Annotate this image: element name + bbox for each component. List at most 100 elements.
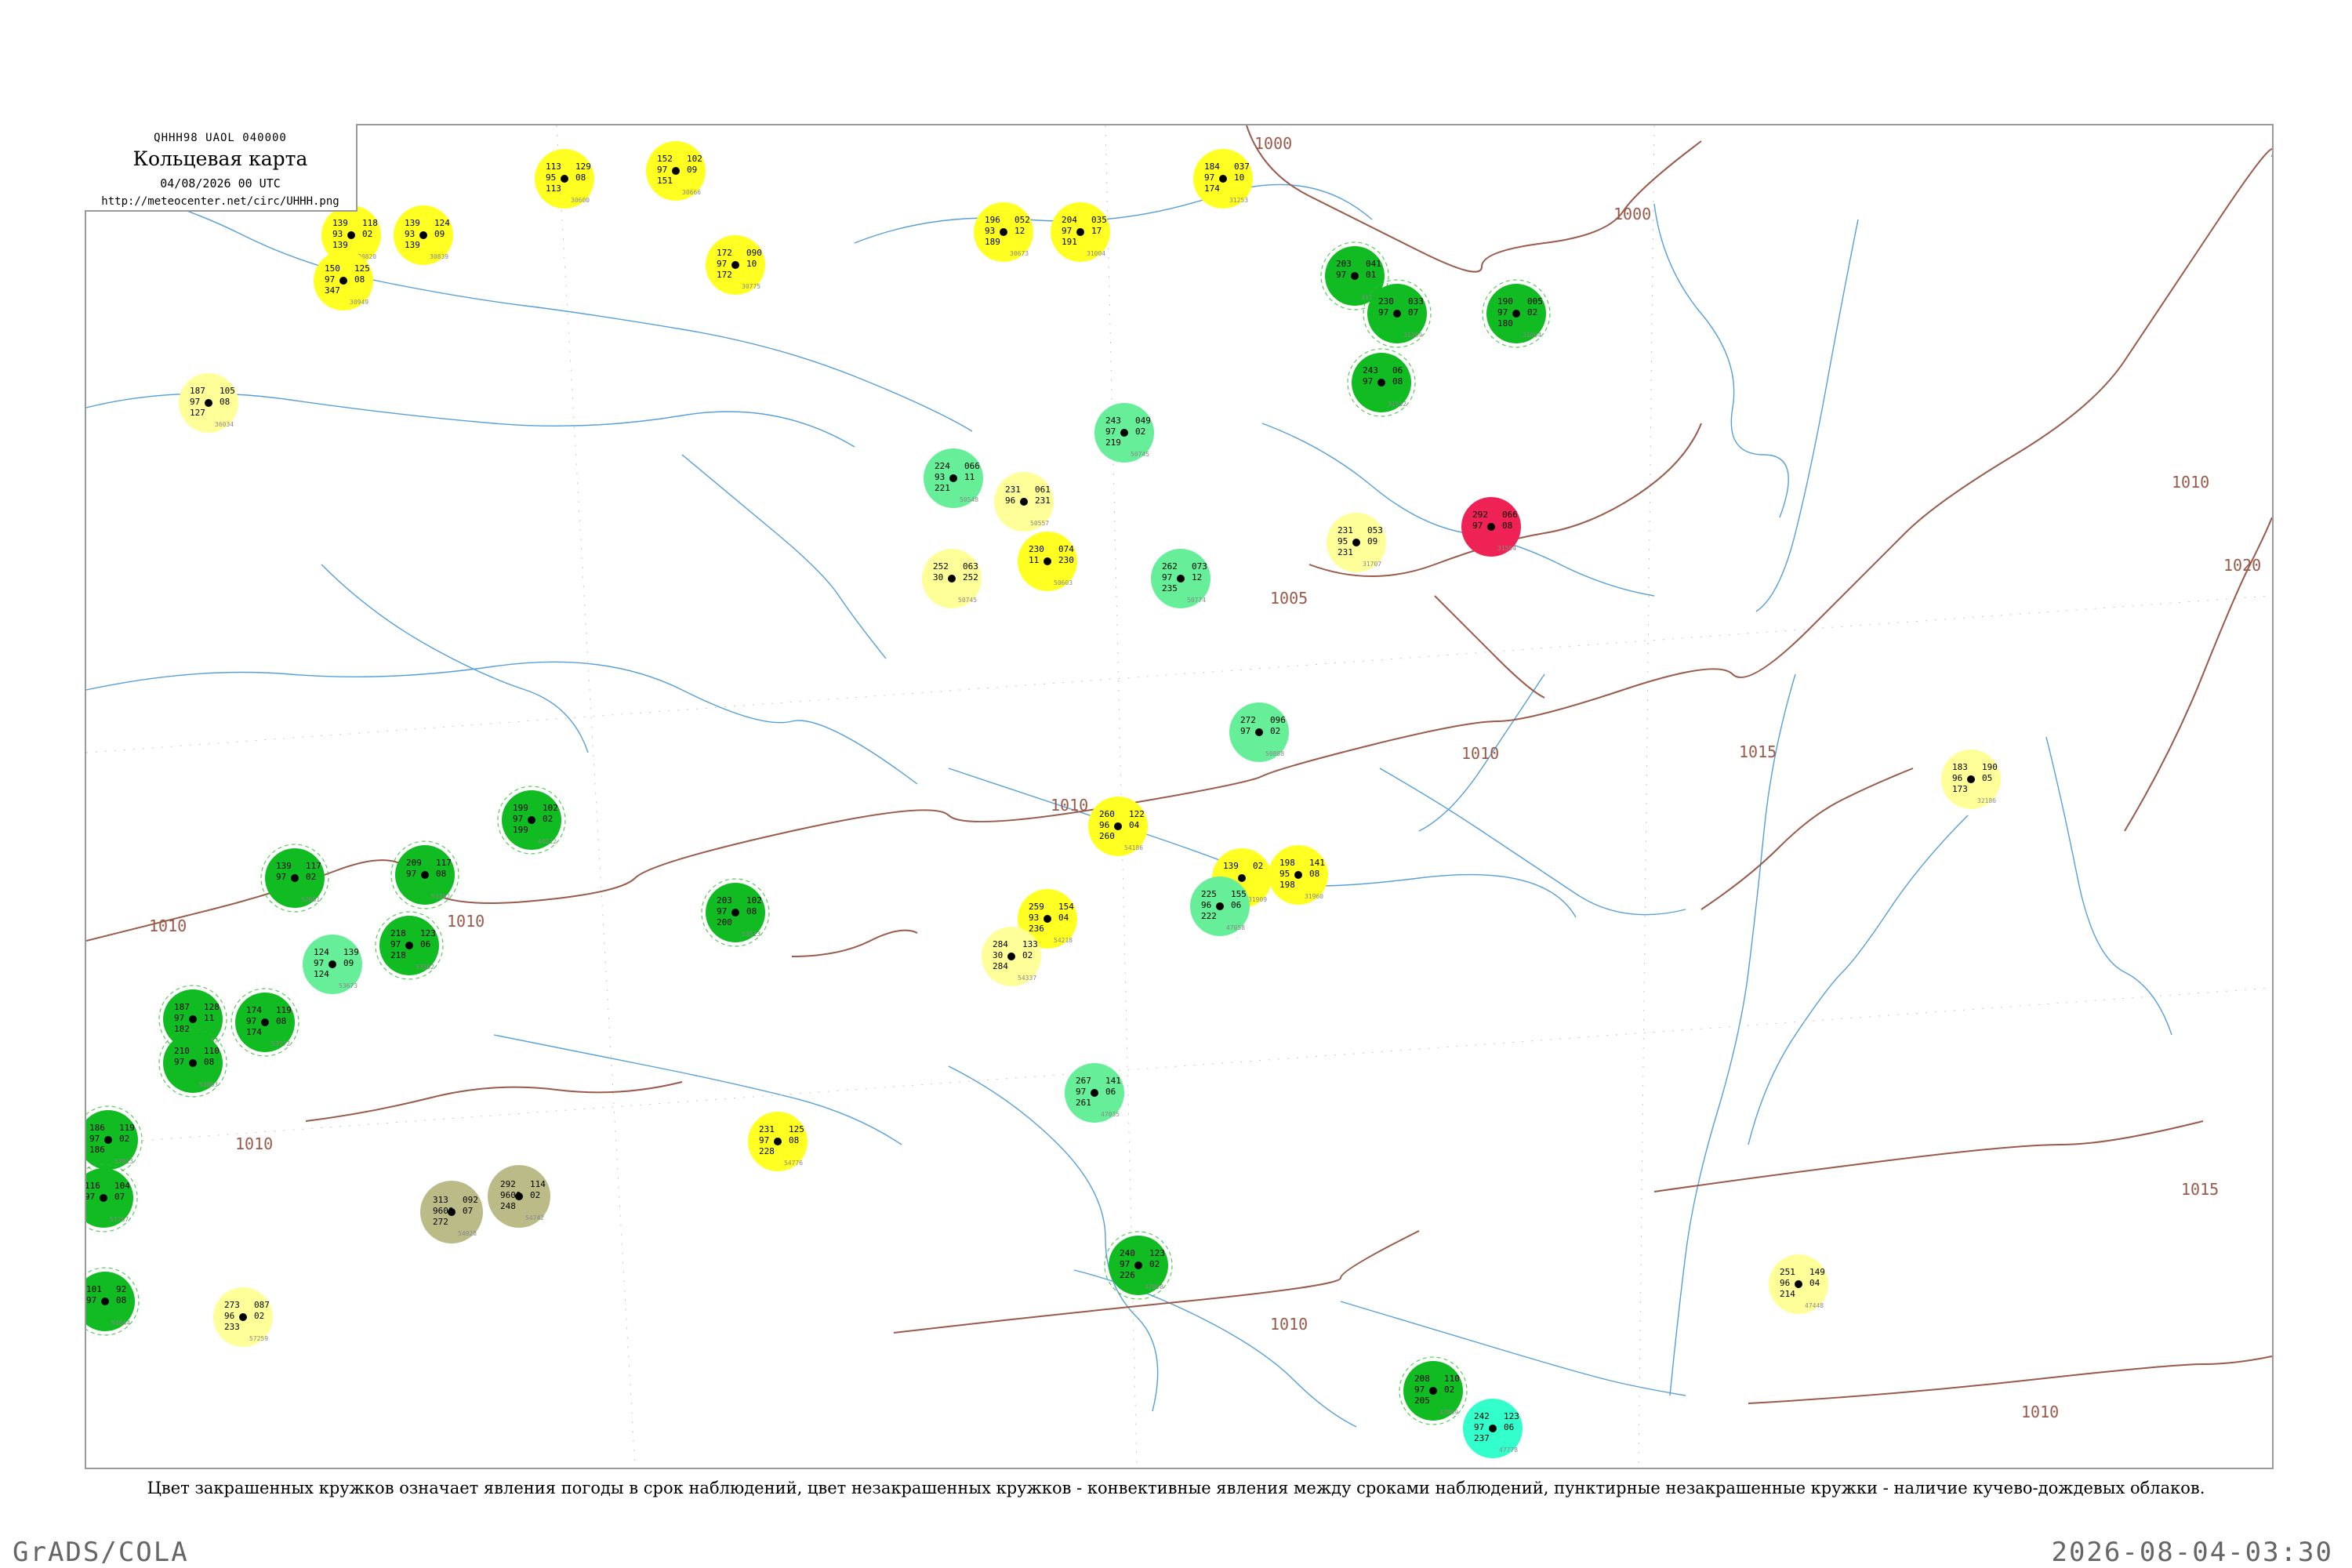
station-marker[interactable]: 272 096 97 02 50888	[1225, 699, 1293, 766]
station-marker[interactable]: 152 102 97 09 151 30666	[642, 137, 710, 205]
station-marker[interactable]: 240 123 97 02 226 47098	[1104, 1231, 1173, 1300]
station-value: 186	[89, 1123, 105, 1133]
station-marker[interactable]: 224 066 93 11 221 50548	[920, 445, 987, 512]
station-value: 04	[1809, 1278, 1820, 1288]
station-marker[interactable]: 251 149 96 04 214 47448	[1765, 1250, 1832, 1318]
station-marker[interactable]: 292 114 9600 02 248 54742	[484, 1161, 554, 1232]
station-marker[interactable]: 187 105 97 08 127 36034	[175, 369, 242, 437]
station-marker[interactable]: 210 110 97 08 53863	[158, 1029, 227, 1098]
station-marker[interactable]: 230 07411 23050603	[1014, 528, 1081, 595]
station-point	[1795, 1280, 1802, 1288]
station-value: 125	[354, 263, 370, 274]
station-value: 93	[1029, 913, 1039, 923]
station-marker[interactable]: 231 053 95 09 231 31707	[1323, 509, 1390, 576]
source-url[interactable]: http://meteocenter.net/circ/UHHH.png	[85, 195, 356, 208]
station-marker[interactable]: 231 125 97 08 228 54776	[744, 1108, 811, 1175]
station-marker[interactable]: 124 139 97 09 124 53673	[299, 931, 366, 998]
station-value: 124	[314, 947, 329, 957]
station-value: 251	[1780, 1267, 1795, 1277]
station-marker[interactable]: 203 102 97 08 200 53513	[701, 878, 770, 947]
station-value: 97	[86, 1192, 95, 1202]
station-value: 052	[1014, 215, 1030, 225]
station-marker[interactable]: 116 104 97 07 51767	[86, 1163, 138, 1232]
station-marker[interactable]: 292 066 97 08 31594	[1457, 493, 1525, 561]
station-value: 116	[86, 1181, 100, 1191]
station-marker[interactable]: 198 141 95 08 198 31960	[1265, 841, 1332, 909]
station-value: 155	[1231, 889, 1247, 899]
station-point	[1091, 1089, 1098, 1097]
map-title: Кольцевая карта	[132, 147, 308, 170]
station-index: 53513	[742, 931, 760, 938]
station-marker[interactable]: 243 049 97 02 219 50745	[1091, 399, 1158, 466]
station-value: 06	[1105, 1087, 1116, 1097]
station-marker[interactable]: 101 92 97 08 51644	[86, 1267, 140, 1336]
station-marker[interactable]: 273 087 96 02 233 57259	[209, 1283, 277, 1351]
station-value: 174	[246, 1005, 262, 1015]
station-point	[1487, 523, 1495, 531]
station-index: 31253	[1229, 197, 1248, 204]
station-index: 54337	[1018, 975, 1036, 982]
station-marker[interactable]: 242 123 97 06 237 47778	[1459, 1395, 1526, 1462]
station-marker[interactable]: 262 073 97 12 235 50774	[1147, 545, 1214, 612]
station-marker[interactable]: 150 125 97 08 347 30949	[310, 247, 377, 314]
station-marker[interactable]: 139 124 93 09 139 30839	[390, 201, 457, 269]
station-value: 07	[114, 1192, 125, 1202]
station-value: 186	[89, 1145, 105, 1155]
station-marker[interactable]: 313 092 9600 07 272 54928	[416, 1177, 487, 1247]
station-value: 97	[406, 869, 416, 879]
station-marker[interactable]: 218 123 97 06 218 53502	[375, 911, 444, 980]
station-value: 93	[935, 472, 945, 482]
station-marker[interactable]: 199 102 97 02 199 44212	[497, 786, 566, 855]
station-value: 184	[1204, 162, 1220, 172]
station-marker[interactable]: 209 117 97 08 53192	[390, 840, 459, 909]
graticule	[86, 125, 2272, 1468]
station-value: 180	[1497, 318, 1513, 328]
station-marker[interactable]: 184 037 97 10 174 31253	[1189, 145, 1257, 212]
station-value: 97	[513, 814, 523, 824]
station-index: 31594	[1497, 545, 1516, 552]
station-marker[interactable]: 284 133 30 02 284 54337	[978, 923, 1045, 990]
station-value: 122	[1129, 809, 1145, 819]
station-marker[interactable]: 186 119 97 02 186 53913	[86, 1105, 143, 1174]
station-marker[interactable]: 231 06196 23150557	[990, 468, 1058, 535]
station-value: 174	[246, 1027, 262, 1037]
map-frame: 1000 1000 1005 1010 1010 1010 1010 1010 …	[85, 124, 2274, 1469]
station-value: 087	[254, 1300, 270, 1310]
station-index: 31004	[1087, 250, 1105, 257]
station-marker[interactable]: 260 122 96 04 260 54186	[1084, 793, 1152, 860]
station-marker[interactable]: 190 005 97 02 180 31004	[1482, 279, 1551, 348]
station-index: 32186	[1977, 797, 1996, 804]
station-marker[interactable]: 196 052 93 12 189 30673	[970, 198, 1037, 266]
station-value: 96	[1099, 820, 1109, 830]
station-marker[interactable]: 113 129 95 08 113 30600	[531, 145, 598, 212]
station-value: 199	[513, 825, 528, 835]
station-marker[interactable]: 208 110 97 02 205 47869	[1399, 1356, 1468, 1425]
station-index: 47778	[1499, 1446, 1518, 1454]
station-marker[interactable]: 172 090 97 10 172 30775	[702, 231, 769, 299]
station-point	[1489, 1425, 1497, 1432]
station-marker[interactable]: 243 06 97 08 31532	[1347, 348, 1416, 417]
station-marker[interactable]: 183 190 96 05 173 32186	[1937, 746, 2005, 813]
station-point	[1076, 228, 1084, 236]
station-value: 005	[1527, 296, 1543, 307]
map-canvas: 1000 1000 1005 1010 1010 1010 1010 1010 …	[86, 125, 2272, 1468]
station-value: 230	[1029, 544, 1044, 554]
station-value: 97	[1363, 376, 1373, 387]
station-value: 221	[935, 483, 950, 493]
station-marker[interactable]: 139 117 97 02 52681	[260, 844, 329, 913]
station-value: 198	[1279, 858, 1295, 868]
station-marker[interactable]: 252 06330 25250745	[918, 545, 985, 612]
station-value: 248	[500, 1201, 516, 1211]
station-marker[interactable]: 204 035 97 17 191 31004	[1047, 198, 1114, 266]
station-marker[interactable]: 225 155 96 06 222 47058	[1186, 873, 1254, 940]
station-value: 12	[1192, 572, 1202, 583]
station-value: 97	[246, 1016, 256, 1026]
station-marker[interactable]: 267 141 97 06 261 47035	[1061, 1059, 1128, 1127]
station-value: 151	[657, 176, 673, 186]
station-value: 06	[420, 939, 430, 949]
station-value: 129	[575, 162, 591, 172]
station-value: 117	[436, 858, 452, 868]
station-value: 204	[1062, 215, 1077, 225]
station-marker[interactable]: 174 119 97 08 174 53772	[230, 988, 299, 1057]
station-index: 50774	[1187, 597, 1206, 604]
